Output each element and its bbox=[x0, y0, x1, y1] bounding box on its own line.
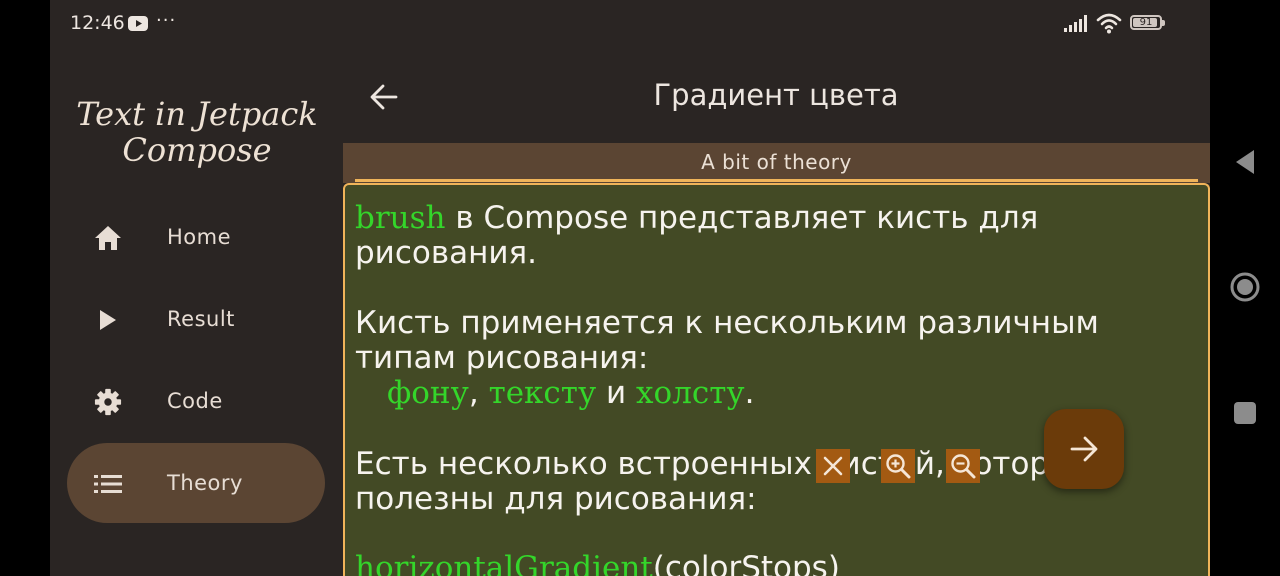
section-tab: A bit of theory bbox=[343, 143, 1210, 183]
paragraph-brush-cont: рисования. bbox=[355, 235, 538, 271]
battery-icon: 91 bbox=[1130, 15, 1165, 30]
nav-back-button[interactable] bbox=[1228, 145, 1262, 179]
drawer-item-label: Theory bbox=[167, 471, 243, 495]
drawer-item-label: Home bbox=[167, 225, 232, 249]
zoom-out-button[interactable] bbox=[946, 449, 980, 483]
nav-home-button[interactable] bbox=[1228, 270, 1262, 304]
circle-home-icon bbox=[1230, 272, 1260, 302]
zoom-in-icon bbox=[886, 454, 911, 479]
paragraph-usage-cont: типам рисования: bbox=[355, 340, 649, 376]
close-button[interactable] bbox=[816, 449, 850, 483]
close-icon bbox=[823, 456, 843, 476]
code-term: horizontalGradient bbox=[355, 550, 653, 576]
code-term: фону bbox=[387, 375, 469, 411]
next-fab-button[interactable] bbox=[1044, 409, 1124, 489]
signal-icon bbox=[1064, 15, 1090, 36]
theory-content[interactable]: brush в Compose представляет кисть для р… bbox=[343, 183, 1210, 576]
drawer-item-theory[interactable]: Theory bbox=[67, 443, 325, 523]
zoom-in-button[interactable] bbox=[881, 449, 915, 483]
section-indicator bbox=[355, 179, 1198, 182]
paragraph-builtin-cont: полезны для рисования: bbox=[355, 481, 757, 517]
code-term: тексту bbox=[488, 375, 597, 411]
drawer-item-label: Result bbox=[167, 307, 235, 331]
youtube-notification-icon bbox=[128, 16, 148, 35]
code-term: холсту bbox=[636, 375, 745, 411]
section-label: A bit of theory bbox=[701, 150, 852, 174]
paragraph-usage: Кисть применяется к нескольким различным bbox=[355, 305, 1099, 341]
play-icon bbox=[94, 306, 122, 334]
paragraph-usage-list: фону, тексту и холсту. bbox=[387, 375, 755, 411]
gear-icon bbox=[94, 388, 122, 416]
drawer-item-code[interactable]: Code bbox=[67, 361, 325, 441]
paragraph-brush: brush в Compose представляет кисть для bbox=[355, 200, 1039, 236]
home-icon bbox=[94, 224, 122, 252]
zoom-out-icon bbox=[951, 454, 976, 479]
paragraph-builtin: Есть несколько встроенных кистей, которы… bbox=[355, 446, 1093, 482]
status-bar: 12:46 ··· 91 bbox=[50, 0, 1210, 48]
drawer-item-label: Code bbox=[167, 389, 223, 413]
drawer-item-result[interactable]: Result bbox=[67, 279, 325, 359]
paragraph-gradient: horizontalGradient(colorStops) bbox=[355, 551, 840, 576]
code-term: brush bbox=[355, 200, 446, 236]
drawer-item-home[interactable]: Home bbox=[67, 197, 325, 277]
app-title: Text in Jetpack Compose bbox=[76, 95, 318, 169]
nav-recents-button[interactable] bbox=[1228, 396, 1262, 430]
more-notifications-icon: ··· bbox=[156, 10, 177, 31]
left-system-bar bbox=[0, 0, 50, 576]
arrow-right-icon bbox=[1070, 436, 1098, 462]
screen-title: Градиент цвета bbox=[653, 78, 899, 112]
list-icon bbox=[94, 470, 122, 498]
wifi-icon bbox=[1096, 12, 1122, 38]
square-recents-icon bbox=[1234, 402, 1256, 424]
battery-level: 91 bbox=[1139, 17, 1153, 28]
arrow-back-icon bbox=[370, 84, 398, 110]
triangle-back-icon bbox=[1236, 150, 1254, 174]
status-time: 12:46 bbox=[70, 12, 125, 34]
back-button[interactable] bbox=[364, 78, 404, 116]
